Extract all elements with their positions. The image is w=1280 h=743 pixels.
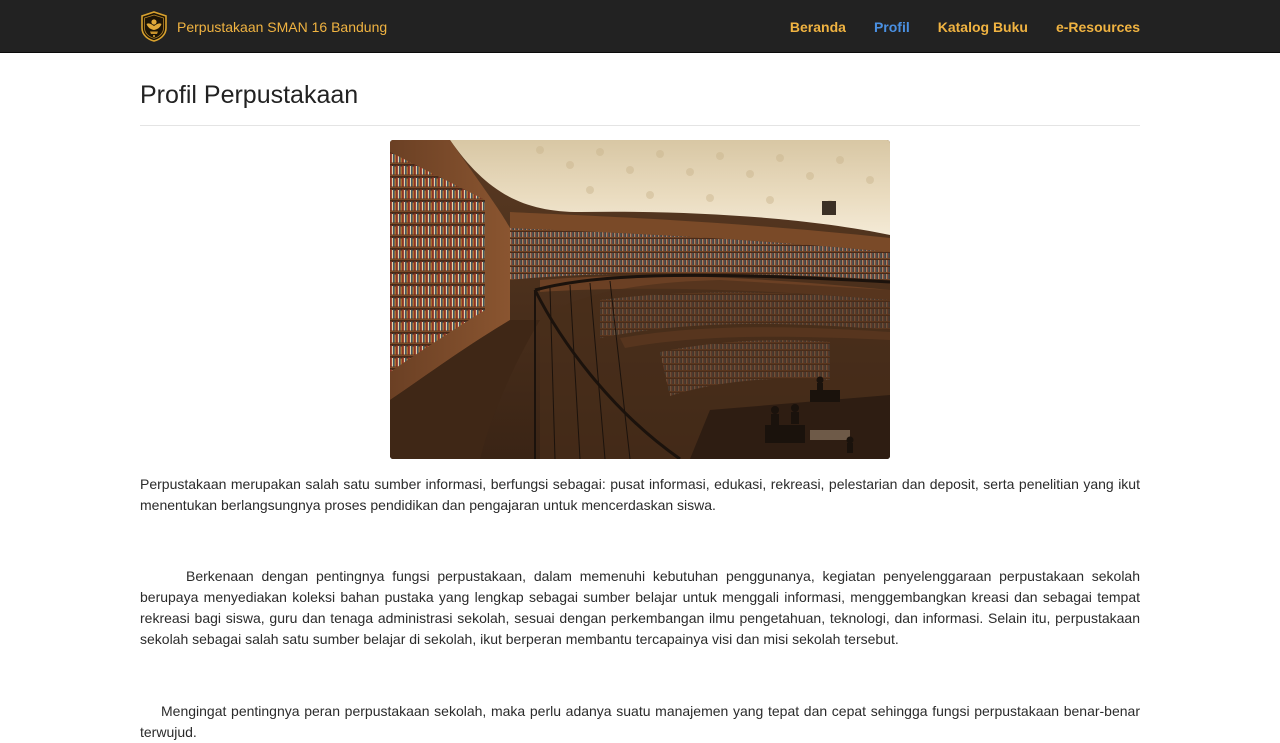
library-interior-image xyxy=(390,140,890,459)
page-title: Profil Perpustakaan xyxy=(140,81,359,109)
nav-menu: Beranda Profil Katalog Buku e-Resources xyxy=(762,0,1140,53)
title-divider xyxy=(140,125,1140,126)
nav-link-profil[interactable]: Profil xyxy=(874,19,910,35)
nav-link-katalog-buku[interactable]: Katalog Buku xyxy=(938,19,1028,35)
profile-paragraph-3: Mengingat pentingnya peran perpustakaan … xyxy=(140,703,1140,740)
nav-link-beranda[interactable]: Beranda xyxy=(790,19,846,35)
school-emblem-icon xyxy=(141,11,167,42)
top-navbar: Perpustakaan SMAN 16 Bandung Beranda Pro… xyxy=(0,0,1280,53)
brand-link[interactable]: Perpustakaan SMAN 16 Bandung xyxy=(140,11,387,42)
brand-name: Perpustakaan SMAN 16 Bandung xyxy=(177,18,388,35)
profile-paragraph-1: Perpustakaan merupakan salah satu sumber… xyxy=(140,476,1140,513)
nav-link-e-resources[interactable]: e-Resources xyxy=(1056,19,1140,35)
profile-paragraph-2: Berkenaan dengan pentingnya fungsi perpu… xyxy=(140,568,1140,647)
